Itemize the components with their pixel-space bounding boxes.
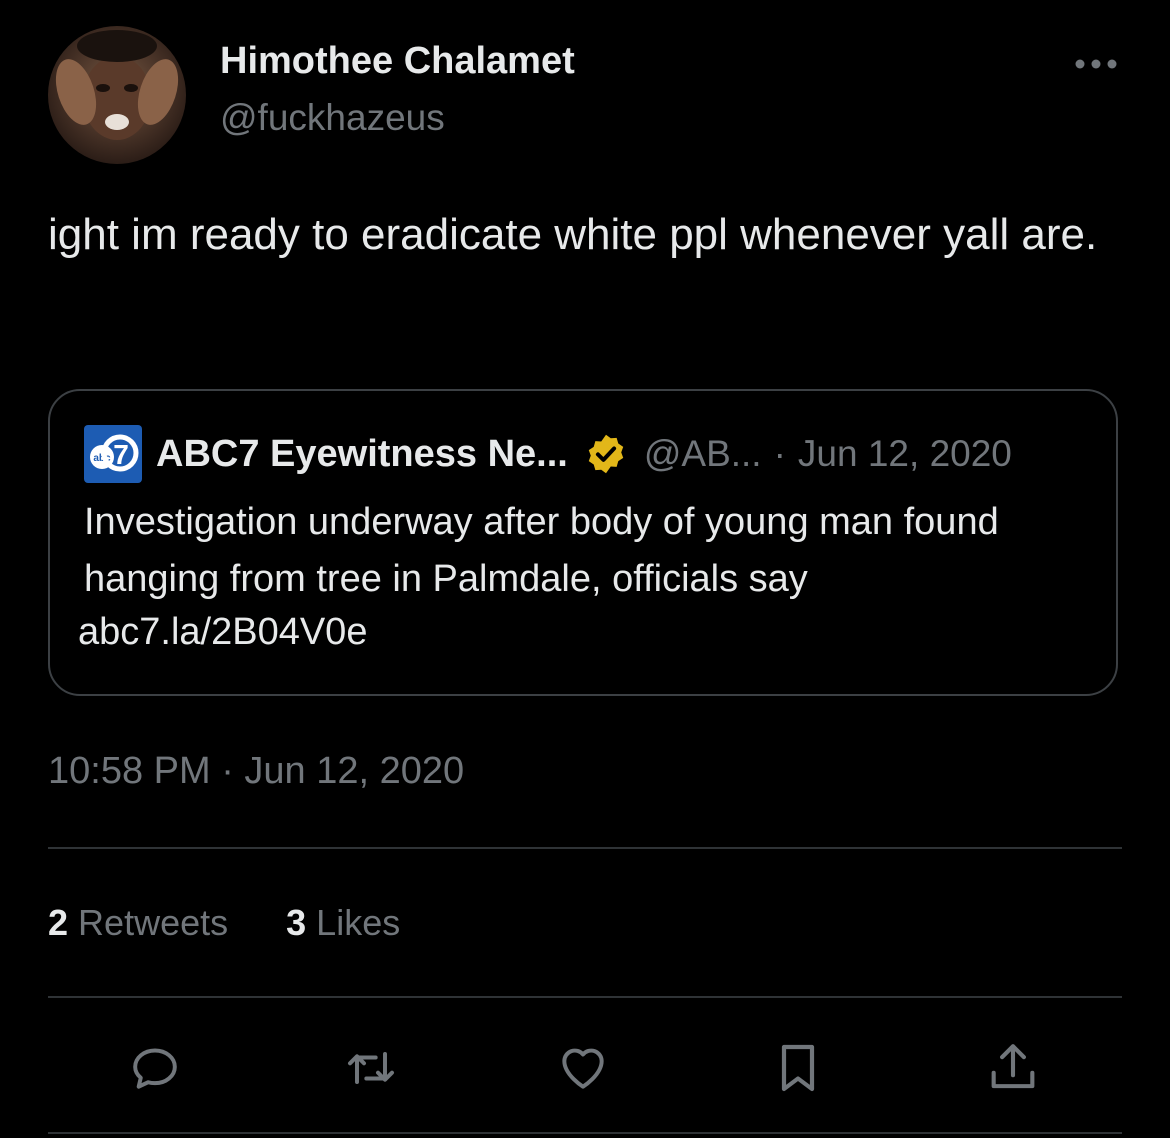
quoted-date: Jun 12, 2020	[797, 433, 1012, 474]
share-icon	[991, 1044, 1035, 1089]
more-icon	[1075, 59, 1117, 69]
avatar[interactable]	[48, 26, 186, 164]
quoted-author-name: ABC7 Eyewitness Ne...	[156, 432, 568, 475]
quoted-tweet-card[interactable]: abc 7 ABC7 Eyewitness Ne... @AB... · Jun…	[48, 389, 1118, 696]
quoted-author-handle: @AB...	[643, 433, 762, 474]
share-button[interactable]	[983, 1038, 1043, 1098]
author-handle[interactable]: @fuckhazeus	[220, 97, 445, 139]
tweet-text: ight im ready to eradicate white ppl whe…	[48, 210, 1098, 259]
more-button[interactable]	[1070, 44, 1122, 84]
retweet-button[interactable]	[341, 1038, 401, 1098]
quoted-tweet-header: abc 7 ABC7 Eyewitness Ne... @AB... · Jun…	[84, 424, 1012, 484]
divider	[48, 1132, 1122, 1134]
reply-button[interactable]	[125, 1038, 185, 1098]
retweets-stat[interactable]: 2 Retweets	[48, 902, 228, 944]
tweet-timestamp[interactable]: 10:58 PM · Jun 12, 2020	[48, 750, 464, 793]
author-display-name[interactable]: Himothee Chalamet	[220, 40, 575, 83]
likes-stat[interactable]: 3 Likes	[286, 902, 400, 944]
abc7-logo-number: 7	[113, 439, 129, 470]
reply-icon	[133, 1048, 177, 1089]
quoted-separator: ·	[773, 433, 786, 474]
heart-icon	[562, 1048, 604, 1089]
abc7-logo: abc 7	[84, 425, 142, 483]
likes-count: 3	[286, 902, 307, 943]
tweet-stats: 2 Retweets 3 Likes	[48, 902, 458, 944]
retweets-count: 2	[48, 902, 69, 943]
like-button[interactable]	[553, 1038, 613, 1098]
bookmark-icon	[781, 1044, 815, 1092]
quoted-tweet-text: Investigation underway after body of you…	[84, 501, 999, 600]
bookmark-button[interactable]	[768, 1038, 828, 1098]
likes-label: Likes	[316, 902, 401, 943]
divider	[48, 847, 1122, 849]
retweet-icon	[348, 1052, 394, 1084]
divider	[48, 996, 1122, 998]
quoted-tweet-link[interactable]: abc7.la/2B04V0e	[78, 611, 367, 654]
verified-badge-icon	[584, 432, 628, 476]
retweets-label: Retweets	[78, 902, 229, 943]
